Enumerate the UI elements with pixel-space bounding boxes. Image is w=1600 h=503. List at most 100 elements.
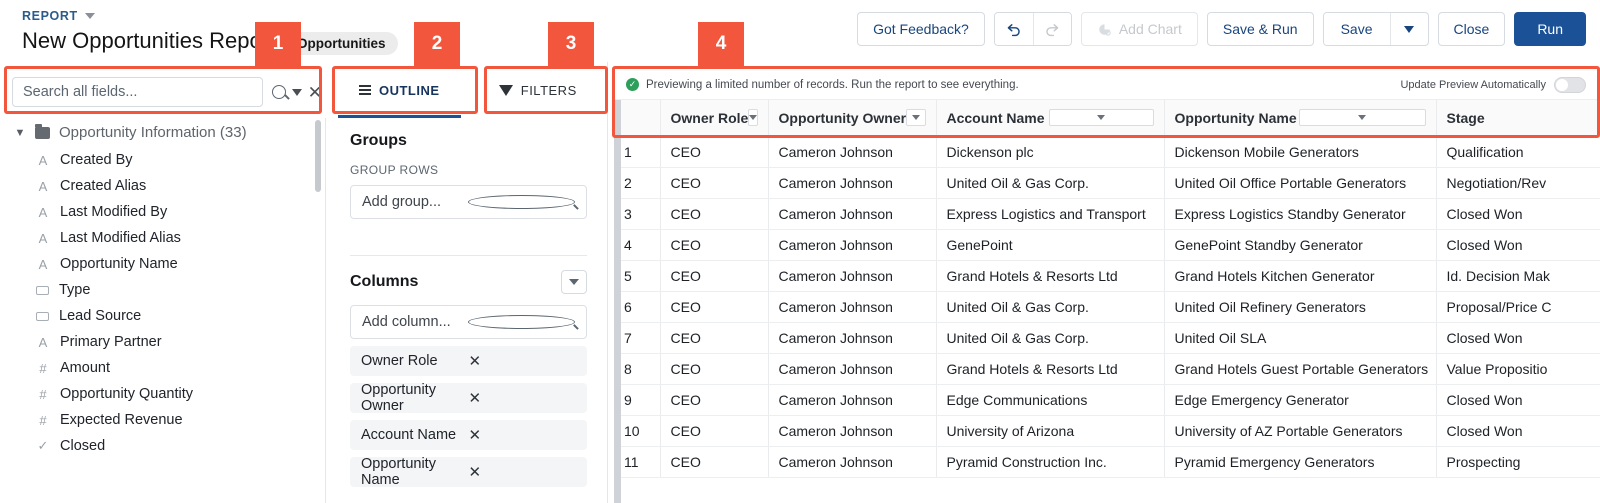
column-menu-button[interactable] — [1299, 109, 1426, 127]
field-list-panel: ▼ Opportunity Information (33) A Created … — [0, 118, 326, 503]
field-item[interactable]: A Created By — [0, 147, 325, 173]
columns-title: Columns — [350, 273, 419, 290]
columns-section: Columns Add column... Owner Role ✕ Opportu… — [330, 256, 607, 488]
scrollbar-thumb[interactable] — [315, 120, 321, 192]
tab-outline[interactable]: OUTLINE — [330, 62, 469, 118]
field-item[interactable]: Type — [0, 277, 325, 303]
column-pill[interactable]: Opportunity Name ✕ — [350, 456, 587, 488]
table-row[interactable]: 3 CEO Cameron Johnson Express Logistics and… — [614, 198, 1600, 230]
field-item[interactable]: ✓ Closed — [0, 433, 325, 459]
table-row[interactable]: 7 CEO Cameron Johnson United Oil & Gas Corp… — [614, 322, 1600, 354]
table-cell: Cameron Johnson — [768, 167, 937, 199]
auto-update-toggle[interactable] — [1554, 76, 1586, 93]
table-cell: Edge Communications — [936, 384, 1165, 416]
table-cell: Cameron Johnson — [768, 198, 937, 230]
close-icon[interactable]: ✕ — [308, 84, 322, 101]
text-icon: A — [38, 256, 48, 272]
table-cell: CEO — [660, 229, 769, 261]
close-icon[interactable]: ✕ — [469, 352, 577, 370]
column-menu-button[interactable] — [906, 109, 926, 127]
table-cell: Pyramid Construction Inc. — [936, 446, 1165, 478]
chevron-down-icon — [1097, 115, 1106, 121]
field-item[interactable]: A Opportunity Name — [0, 251, 325, 277]
add-column-input[interactable]: Add column... — [350, 305, 587, 339]
search-icon[interactable] — [271, 85, 286, 99]
got-feedback-button[interactable]: Got Feedback? — [857, 12, 985, 46]
table-row[interactable]: 9 CEO Cameron Johnson Edge Communications Ed… — [614, 384, 1600, 416]
report-type-menu[interactable]: REPORT — [22, 9, 95, 23]
table-row[interactable]: 10 CEO Cameron Johnson University of Arizon… — [614, 415, 1600, 447]
field-list-scrollbar[interactable] — [315, 120, 321, 500]
run-button[interactable]: Run — [1514, 12, 1586, 46]
column-header[interactable]: Opportunity Owner — [768, 100, 937, 137]
column-pill[interactable]: Opportunity Owner ✕ — [350, 382, 587, 414]
add-group-input[interactable]: Add group... — [350, 185, 587, 219]
close-icon[interactable]: ✕ — [469, 389, 577, 407]
columns-menu-button[interactable] — [561, 270, 587, 294]
field-item[interactable]: A Created Alias — [0, 173, 325, 199]
table-cell: University of Arizona — [936, 415, 1165, 447]
field-item[interactable]: A Last Modified Alias — [0, 225, 325, 251]
column-menu-button[interactable] — [1049, 109, 1154, 127]
table-cell: University of AZ Portable Generators — [1164, 415, 1437, 447]
callout-badge-1: 1 — [255, 22, 301, 66]
callout-badge-2: 2 — [414, 22, 460, 66]
save-and-run-button[interactable]: Save & Run — [1206, 12, 1314, 46]
column-pill[interactable]: Owner Role ✕ — [350, 346, 587, 376]
tab-filters[interactable]: FILTERS — [468, 62, 607, 118]
field-item[interactable]: # Amount — [0, 355, 325, 381]
table-cell: CEO — [660, 260, 769, 292]
field-group-opportunity-information[interactable]: ▼ Opportunity Information (33) — [0, 118, 325, 147]
close-button[interactable]: Close — [1437, 12, 1506, 46]
report-table: Owner Role Opportunity Owner Account Name O… — [614, 100, 1600, 478]
table-row[interactable]: 1 CEO Cameron Johnson Dickenson plc Dickenso… — [614, 136, 1600, 168]
column-header[interactable]: Stage — [1436, 100, 1600, 137]
add-column-placeholder: Add column... — [362, 314, 451, 330]
preview-vertical-scrollbar[interactable] — [614, 100, 621, 503]
chevron-down-icon[interactable] — [291, 88, 302, 96]
picklist-icon — [36, 285, 49, 295]
column-header[interactable]: Account Name — [936, 100, 1165, 137]
table-row[interactable]: 11 CEO Cameron Johnson Pyramid Construction… — [614, 446, 1600, 478]
preview-banner-text: Previewing a limited number of records. … — [646, 78, 1019, 91]
field-item[interactable]: Lead Source — [0, 303, 325, 329]
undo-redo-group — [993, 12, 1072, 46]
table-cell: Closed Won — [1436, 198, 1600, 230]
table-cell: Cameron Johnson — [768, 446, 937, 478]
table-row[interactable]: 8 CEO Cameron Johnson Grand Hotels & Resort… — [614, 353, 1600, 385]
undo-icon[interactable] — [994, 13, 1033, 45]
column-menu-button[interactable] — [748, 109, 759, 127]
table-cell: CEO — [660, 353, 769, 385]
column-header[interactable]: Opportunity Name — [1164, 100, 1437, 137]
table-row[interactable]: 4 CEO Cameron Johnson GenePoint GenePoint St… — [614, 229, 1600, 261]
field-item[interactable]: A Primary Partner — [0, 329, 325, 355]
search-icon — [467, 195, 575, 209]
field-item[interactable]: # Opportunity Quantity — [0, 381, 325, 407]
column-header-label: Stage — [1446, 109, 1485, 126]
add-chart-button[interactable]: Add Chart — [1080, 12, 1198, 46]
save-button[interactable]: Save — [1323, 13, 1390, 45]
group-rows-label: GROUP ROWS — [350, 163, 439, 177]
table-header-row: Owner Role Opportunity Owner Account Name O… — [614, 100, 1600, 137]
report-type-label: REPORT — [22, 9, 78, 23]
close-icon[interactable]: ✕ — [469, 463, 577, 481]
table-cell: Negotiation/Rev — [1436, 167, 1600, 199]
table-row[interactable]: 6 CEO Cameron Johnson United Oil & Gas Corp… — [614, 291, 1600, 323]
field-item-label: Closed — [60, 438, 106, 454]
column-header[interactable]: Owner Role — [660, 100, 769, 137]
table-cell: Cameron Johnson — [768, 353, 937, 385]
table-cell: Value Propositio — [1436, 353, 1600, 385]
save-menu-button[interactable] — [1389, 13, 1428, 45]
table-row[interactable]: 5 CEO Cameron Johnson Grand Hotels & Resort… — [614, 260, 1600, 292]
text-icon: A — [38, 204, 48, 220]
redo-icon[interactable] — [1032, 13, 1071, 45]
field-item[interactable]: A Last Modified By — [0, 199, 325, 225]
field-item[interactable]: # Expected Revenue — [0, 407, 325, 433]
column-pill[interactable]: Account Name ✕ — [350, 420, 587, 450]
close-icon[interactable]: ✕ — [469, 426, 577, 444]
search-input[interactable] — [12, 77, 263, 107]
table-cell: United Oil Office Portable Generators — [1164, 167, 1437, 199]
callout-badge-3: 3 — [548, 22, 594, 66]
table-cell: Closed Won — [1436, 229, 1600, 261]
table-row[interactable]: 2 CEO Cameron Johnson United Oil & Gas Corp… — [614, 167, 1600, 199]
